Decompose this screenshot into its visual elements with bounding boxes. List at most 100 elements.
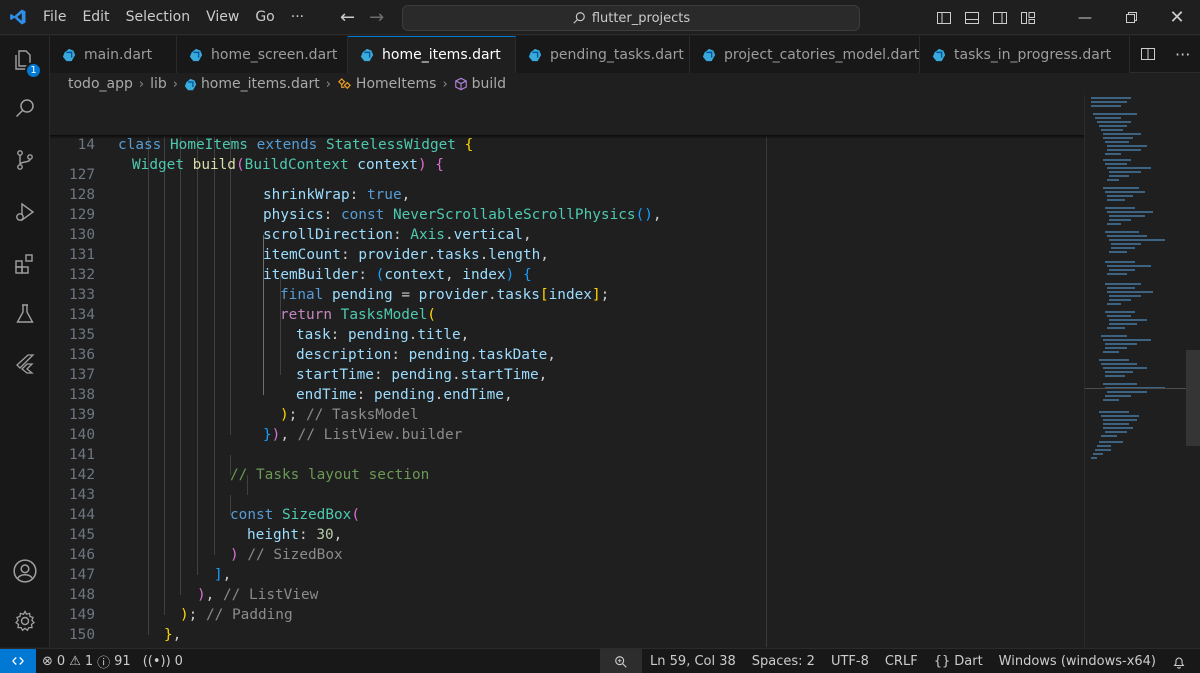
code-line[interactable]: 134 task: pending.title, <box>50 285 1084 343</box>
toggle-secondary-sidebar-icon[interactable] <box>992 10 1008 26</box>
restore-icon <box>1125 12 1137 23</box>
extensions-button[interactable] <box>0 240 50 288</box>
breadcrumb-class[interactable]: HomeItems <box>356 76 437 92</box>
minimap[interactable] <box>1084 95 1200 647</box>
warning-count: 1 <box>84 653 94 669</box>
language-label: Dart <box>954 654 983 669</box>
breadcrumb-lib[interactable]: lib <box>150 76 167 92</box>
command-center-search[interactable]: flutter_projects <box>402 5 860 31</box>
flutter-icon <box>16 354 35 374</box>
code-line[interactable]: 131 itemBuilder: (context, index) { <box>50 225 1084 283</box>
forward-arrow-icon[interactable]: → <box>369 7 384 28</box>
code-editor[interactable]: 10 class HomeItems extends StatelessWidg… <box>50 95 1084 647</box>
cursor-position[interactable]: Ln 59, Col 38 <box>642 649 744 673</box>
dart-file-icon <box>932 48 946 62</box>
tab-project-catories-model-dart[interactable]: project_catories_model.dart <box>690 36 920 73</box>
breadcrumb: todo_app › lib › home_items.dart › HomeI… <box>50 73 1200 95</box>
remote-button[interactable] <box>0 648 36 673</box>
ports-indicator[interactable]: ((•)) 0 <box>137 649 189 673</box>
editor-tabs: main.dart home_screen.dart home_items.da… <box>50 36 1200 73</box>
tab-label: home_items.dart <box>382 47 501 63</box>
tab-pending-tasks-dart[interactable]: pending_tasks.dart <box>516 36 690 73</box>
menu-edit[interactable]: Edit <box>74 0 117 35</box>
menu-view[interactable]: View <box>198 0 247 35</box>
problems-indicator[interactable]: ⊗ 0 ⚠ 1 ⓘ 91 <box>36 649 137 673</box>
gear-icon <box>15 610 35 632</box>
breadcrumb-file[interactable]: home_items.dart <box>201 76 320 92</box>
bell-icon <box>1173 657 1185 669</box>
code-line[interactable]: 135 description: pending.taskDate, <box>50 305 1084 363</box>
restore-button[interactable] <box>1108 0 1154 35</box>
code-line[interactable]: 137 endTime: pending.endTime, <box>50 345 1084 403</box>
tab-tasks-in-progress-dart[interactable]: tasks_in_progress.dart <box>920 36 1130 73</box>
search-icon <box>573 12 585 24</box>
toggle-panel-icon[interactable] <box>964 10 980 26</box>
customize-layout-icon[interactable] <box>1020 10 1036 26</box>
indentation[interactable]: Spaces: 2 <box>744 649 823 673</box>
code-line[interactable]: 141 // Tasks layout section <box>50 425 1084 483</box>
status-bar: ⊗ 0 ⚠ 1 ⓘ 91 ((•)) 0 Ln 59, Col 38 Spaces: 2… <box>0 648 1200 673</box>
code-line[interactable]: 132 final pending = provider.tasks[index… <box>50 245 1084 303</box>
device-platform[interactable]: Windows (windows-x64) <box>991 649 1164 673</box>
language-mode[interactable]: {} Dart <box>926 649 991 673</box>
activity-bar: 1 <box>0 36 50 647</box>
tab-label: tasks_in_progress.dart <box>954 46 1112 63</box>
split-editor-icon[interactable] <box>1140 46 1156 62</box>
manage-button[interactable] <box>0 597 50 645</box>
zoom-button[interactable] <box>600 649 643 673</box>
tab-home-screen-dart[interactable]: home_screen.dart <box>177 36 348 73</box>
code-line[interactable]: 144 height: 30, <box>50 485 1084 543</box>
notifications-button[interactable] <box>1164 649 1200 673</box>
testing-button[interactable] <box>0 290 50 338</box>
chevron-right-icon: › <box>442 76 448 92</box>
source-control-icon <box>17 150 33 170</box>
warning-icon: ⚠ <box>69 653 81 669</box>
source-control-button[interactable] <box>0 136 50 184</box>
run-debug-button[interactable] <box>0 188 50 236</box>
search-icon <box>15 99 34 118</box>
tab-main-dart[interactable]: main.dart <box>50 36 177 73</box>
sticky-line[interactable]: 10 class HomeItems extends StatelessWidg… <box>50 95 1084 153</box>
sticky-line[interactable]: 14 Widget build(BuildContext context) { <box>50 115 1084 173</box>
vertical-scrollbar[interactable] <box>1186 95 1200 647</box>
minimize-button[interactable]: — <box>1062 0 1108 35</box>
accounts-button[interactable] <box>0 547 50 595</box>
scrollbar-thumb[interactable] <box>1186 350 1200 446</box>
tab-label: project_catories_model.dart <box>724 46 920 63</box>
code-line[interactable]: 146 ], <box>50 525 1084 583</box>
code-line[interactable]: 149 }, <box>50 585 1084 643</box>
code-line[interactable]: 148 ); // Padding <box>50 565 1084 623</box>
back-arrow-icon[interactable]: ← <box>340 7 355 28</box>
flutter-button[interactable] <box>0 340 50 388</box>
menu-selection[interactable]: Selection <box>118 0 199 35</box>
menu-file[interactable]: File <box>35 0 74 35</box>
code-line[interactable]: 145 ) // SizedBox <box>50 505 1084 563</box>
menu-go[interactable]: Go <box>247 0 282 35</box>
breadcrumb-method[interactable]: build <box>472 76 506 92</box>
code-line[interactable]: 150 ); // Consumer <box>50 605 1084 643</box>
dart-file-icon <box>702 48 716 62</box>
code-line[interactable]: 143 const SizedBox( <box>50 465 1084 523</box>
code-line[interactable]: 138 ); // TasksModel <box>50 365 1084 423</box>
more-actions-icon[interactable]: ··· <box>1175 45 1190 64</box>
code-line[interactable]: 130 itemCount: provider.tasks.length, <box>50 205 1084 263</box>
zoom-in-icon <box>615 655 627 668</box>
tab-home-items-dart[interactable]: home_items.dart <box>348 36 516 73</box>
menu-more[interactable]: ··· <box>283 0 312 35</box>
encoding[interactable]: UTF-8 <box>823 649 877 673</box>
close-window-button[interactable]: ✕ <box>1154 0 1200 35</box>
code-line[interactable]: 140 <box>50 405 1084 443</box>
code-line[interactable]: 129 scrollDirection: Axis.vertical, <box>50 185 1084 243</box>
breadcrumb-folder[interactable]: todo_app <box>68 76 133 92</box>
code-line[interactable]: 136 startTime: pending.startTime, <box>50 325 1084 383</box>
code-line[interactable]: 147 ), // ListView <box>50 545 1084 603</box>
toggle-primary-sidebar-icon[interactable] <box>936 10 952 26</box>
explorer-button[interactable]: 1 <box>0 36 50 84</box>
code-line[interactable]: 151 } <box>50 625 1084 645</box>
code-line[interactable]: 142 <box>50 445 1084 483</box>
run-debug-icon <box>16 202 35 222</box>
code-line[interactable]: 133 return TasksModel( <box>50 265 1084 323</box>
code-line[interactable]: 139 }), // ListView.builder <box>50 385 1084 443</box>
search-view-button[interactable] <box>0 84 50 132</box>
end-of-line[interactable]: CRLF <box>877 649 926 673</box>
